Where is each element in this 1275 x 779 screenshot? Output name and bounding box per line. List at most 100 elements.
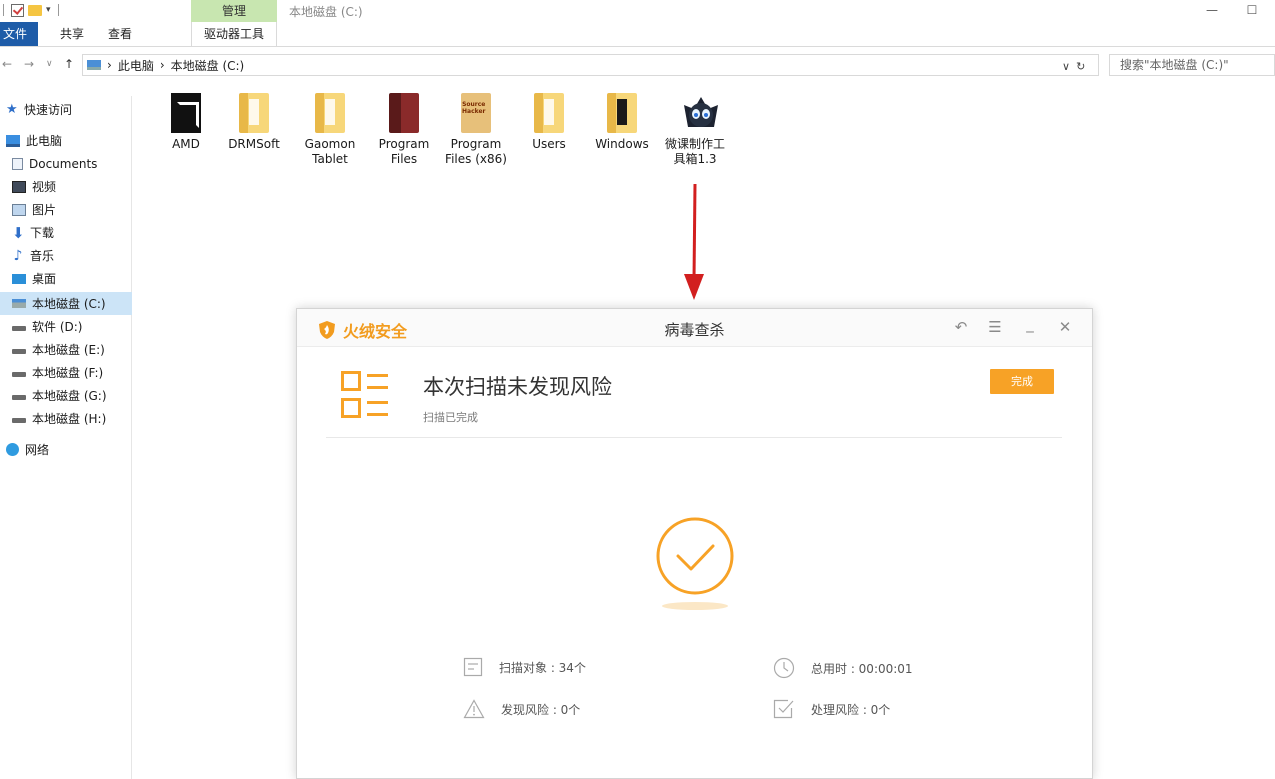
new-folder-icon[interactable]: [28, 4, 42, 16]
file-item-users[interactable]: Users: [513, 93, 585, 152]
file-name: Gaomon: [304, 137, 356, 151]
source-hacker-icon: [461, 93, 491, 133]
network-icon: [6, 443, 19, 456]
drive-icon: [12, 349, 26, 354]
tab-view[interactable]: 查看: [96, 22, 144, 46]
computer-icon: [6, 134, 20, 147]
document-icon: [12, 157, 23, 170]
file-name: 微课制作工: [664, 137, 725, 151]
sidebar-item-drive-e[interactable]: 本地磁盘 (E:): [0, 338, 132, 361]
file-item-gaomon-tablet[interactable]: Gaomon Tablet: [294, 93, 366, 167]
success-check-icon: [656, 517, 734, 610]
sidebar-item-music[interactable]: ♪ 音乐: [0, 244, 132, 267]
picture-icon: [12, 203, 26, 216]
sidebar-item-label: 视频: [32, 180, 57, 194]
file-item-amd[interactable]: AMD: [150, 93, 222, 152]
drive-c-icon: [12, 299, 26, 308]
result-title: 本次扫描未发现风险: [423, 375, 612, 399]
drive-icon: [12, 372, 26, 377]
file-item-program-files[interactable]: Program Files: [368, 93, 440, 167]
sidebar-item-drive-g[interactable]: 本地磁盘 (G:): [0, 384, 132, 407]
qat-separator: [57, 4, 59, 16]
sidebar-item-label: 桌面: [32, 272, 57, 286]
explorer-title-bar: ▾ 管理 本地磁盘 (C:) — ☐: [0, 0, 1275, 22]
file-item-windows[interactable]: Windows: [586, 93, 658, 152]
file-item-program-files-x86[interactable]: Program Files (x86): [440, 93, 512, 167]
sidebar-item-drive-c[interactable]: 本地磁盘 (C:): [0, 292, 132, 315]
stat-scanned: 扫描对象 : 34个: [463, 657, 586, 677]
tab-drive-tools[interactable]: 驱动器工具: [191, 22, 277, 46]
back-icon[interactable]: ↶: [950, 318, 972, 336]
breadcrumb-this-pc[interactable]: 此电脑: [118, 57, 154, 74]
manage-context-tab[interactable]: 管理: [191, 0, 277, 22]
qat-dropdown-icon[interactable]: ▾: [46, 5, 51, 15]
sidebar-item-documents[interactable]: Documents: [0, 152, 132, 175]
sidebar-item-label: Documents: [29, 156, 98, 171]
sidebar-item-pictures[interactable]: 图片: [0, 198, 132, 221]
stat-handled: 处理风险 : 0个: [773, 699, 890, 719]
sidebar-item-label: 快速访问: [24, 103, 73, 117]
stat-found: 发现风险 : 0个: [463, 699, 580, 719]
quick-access-toolbar: ▾: [0, 0, 62, 20]
this-pc-icon: [87, 60, 101, 70]
divider: [326, 437, 1062, 438]
file-item-drmsoft[interactable]: DRMSoft: [218, 93, 290, 152]
sidebar-item-drive-d[interactable]: 软件 (D:): [0, 315, 132, 338]
maximize-button[interactable]: ☐: [1229, 0, 1275, 22]
drive-icon: [12, 418, 26, 423]
address-bar[interactable]: › 此电脑 › 本地磁盘 (C:) ∨ ↻: [82, 54, 1099, 76]
breadcrumb-drive-c[interactable]: 本地磁盘 (C:): [171, 57, 245, 74]
forward-arrow-icon[interactable]: →: [24, 57, 34, 71]
breadcrumb-chevron-icon[interactable]: ›: [107, 58, 112, 72]
sidebar-item-label: 网络: [25, 443, 50, 457]
file-name: Program: [378, 137, 430, 151]
file-name: Windows: [595, 137, 649, 151]
search-input[interactable]: 搜索"本地磁盘 (C:)": [1109, 54, 1275, 76]
sidebar-item-downloads[interactable]: ⬇ 下载: [0, 221, 132, 244]
folder-icon: [239, 93, 269, 133]
menu-icon[interactable]: ☰: [984, 318, 1006, 336]
sidebar-item-network[interactable]: 网络: [0, 438, 132, 461]
tab-share[interactable]: 共享: [48, 22, 96, 46]
scan-stats: 扫描对象 : 34个 总用时 : 00:00:01 发现风险 : 0个 处理风险…: [461, 657, 941, 719]
up-arrow-icon[interactable]: ↑: [64, 57, 74, 71]
minimize-icon[interactable]: _: [1019, 315, 1041, 333]
recent-chevron-down-icon[interactable]: ∨: [46, 59, 53, 69]
close-icon[interactable]: ✕: [1054, 318, 1076, 336]
sidebar-item-videos[interactable]: 视频: [0, 175, 132, 198]
address-dropdown-icon[interactable]: ∨: [1062, 60, 1070, 73]
warning-icon: [463, 699, 485, 719]
file-item-weike-toolbox[interactable]: 微课制作工 具箱1.3: [659, 93, 731, 167]
folder-icon: [534, 93, 564, 133]
stat-found-text: 发现风险 : 0个: [501, 702, 581, 717]
scan-objects-icon: [463, 657, 483, 677]
sidebar-item-drive-h[interactable]: 本地磁盘 (H:): [0, 407, 132, 430]
sidebar-item-label: 下载: [30, 226, 55, 240]
scan-result-summary: 本次扫描未发现风险 扫描已完成: [341, 367, 1061, 439]
back-arrow-icon[interactable]: ←: [2, 57, 12, 71]
amd-icon: [171, 93, 201, 133]
desktop-icon: [12, 273, 26, 284]
file-name-line2: Files: [390, 152, 418, 166]
qat-separator: [3, 4, 4, 16]
tab-file[interactable]: 文件: [0, 22, 38, 46]
refresh-icon[interactable]: ↻: [1076, 60, 1085, 73]
sidebar-item-label: 此电脑: [26, 134, 63, 148]
window-title: 本地磁盘 (C:): [289, 5, 363, 19]
done-button[interactable]: 完成: [990, 369, 1054, 394]
dialog-header: 火绒安全 病毒查杀 ↶ ☰ _ ✕: [297, 309, 1092, 347]
sidebar-item-this-pc[interactable]: 此电脑: [0, 129, 132, 152]
sidebar-item-label: 本地磁盘 (C:): [32, 297, 106, 311]
folder-icon: [607, 93, 637, 133]
sidebar-item-label: 本地磁盘 (E:): [32, 343, 105, 357]
sidebar-item-drive-f[interactable]: 本地磁盘 (F:): [0, 361, 132, 384]
properties-check-icon[interactable]: [11, 3, 24, 17]
sidebar-item-quick-access[interactable]: ★ 快速访问: [0, 98, 132, 121]
breadcrumb-chevron-icon[interactable]: ›: [160, 58, 165, 72]
clock-icon: [773, 657, 795, 679]
sidebar-item-desktop[interactable]: 桌面: [0, 267, 132, 290]
handled-check-icon: [773, 699, 794, 719]
red-annotation-arrow-icon: [684, 184, 704, 300]
address-bar-row: ← → ∨ ↑ › 此电脑 › 本地磁盘 (C:) ∨ ↻ 搜索"本地磁盘 (C…: [0, 52, 1275, 78]
sidebar-item-label: 本地磁盘 (H:): [32, 412, 107, 426]
